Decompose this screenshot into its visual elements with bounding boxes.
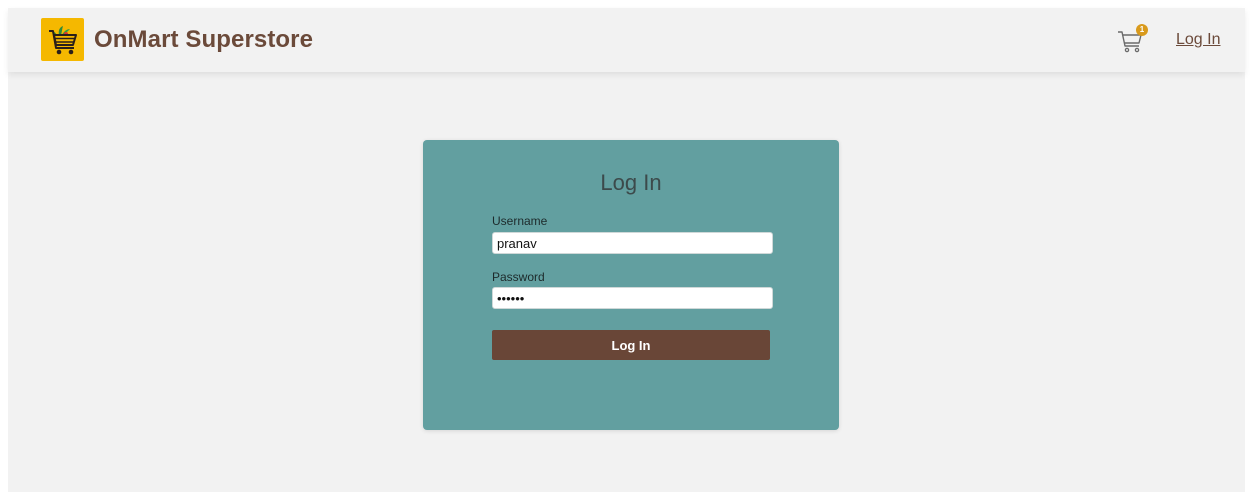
login-link[interactable]: Log In xyxy=(1176,31,1220,49)
login-title: Log In xyxy=(600,170,662,195)
password-label: Password xyxy=(492,270,545,284)
cart-button[interactable]: 1 xyxy=(1116,24,1150,56)
login-card: Log In Username Password Log In xyxy=(423,140,839,430)
cart-count-badge: 1 xyxy=(1136,24,1148,36)
login-submit-button[interactable]: Log In xyxy=(492,330,770,360)
username-label: Username xyxy=(492,214,548,228)
username-input[interactable] xyxy=(492,232,773,254)
brand-link[interactable]: OnMart Superstore xyxy=(41,18,313,61)
logo-cart-icon xyxy=(41,18,84,61)
password-input[interactable] xyxy=(492,287,773,309)
navbar: OnMart Superstore 1 Log In xyxy=(8,8,1245,72)
brand-name: OnMart Superstore xyxy=(94,25,314,53)
page: OnMart Superstore 1 Log In Log In Userna… xyxy=(8,8,1245,492)
